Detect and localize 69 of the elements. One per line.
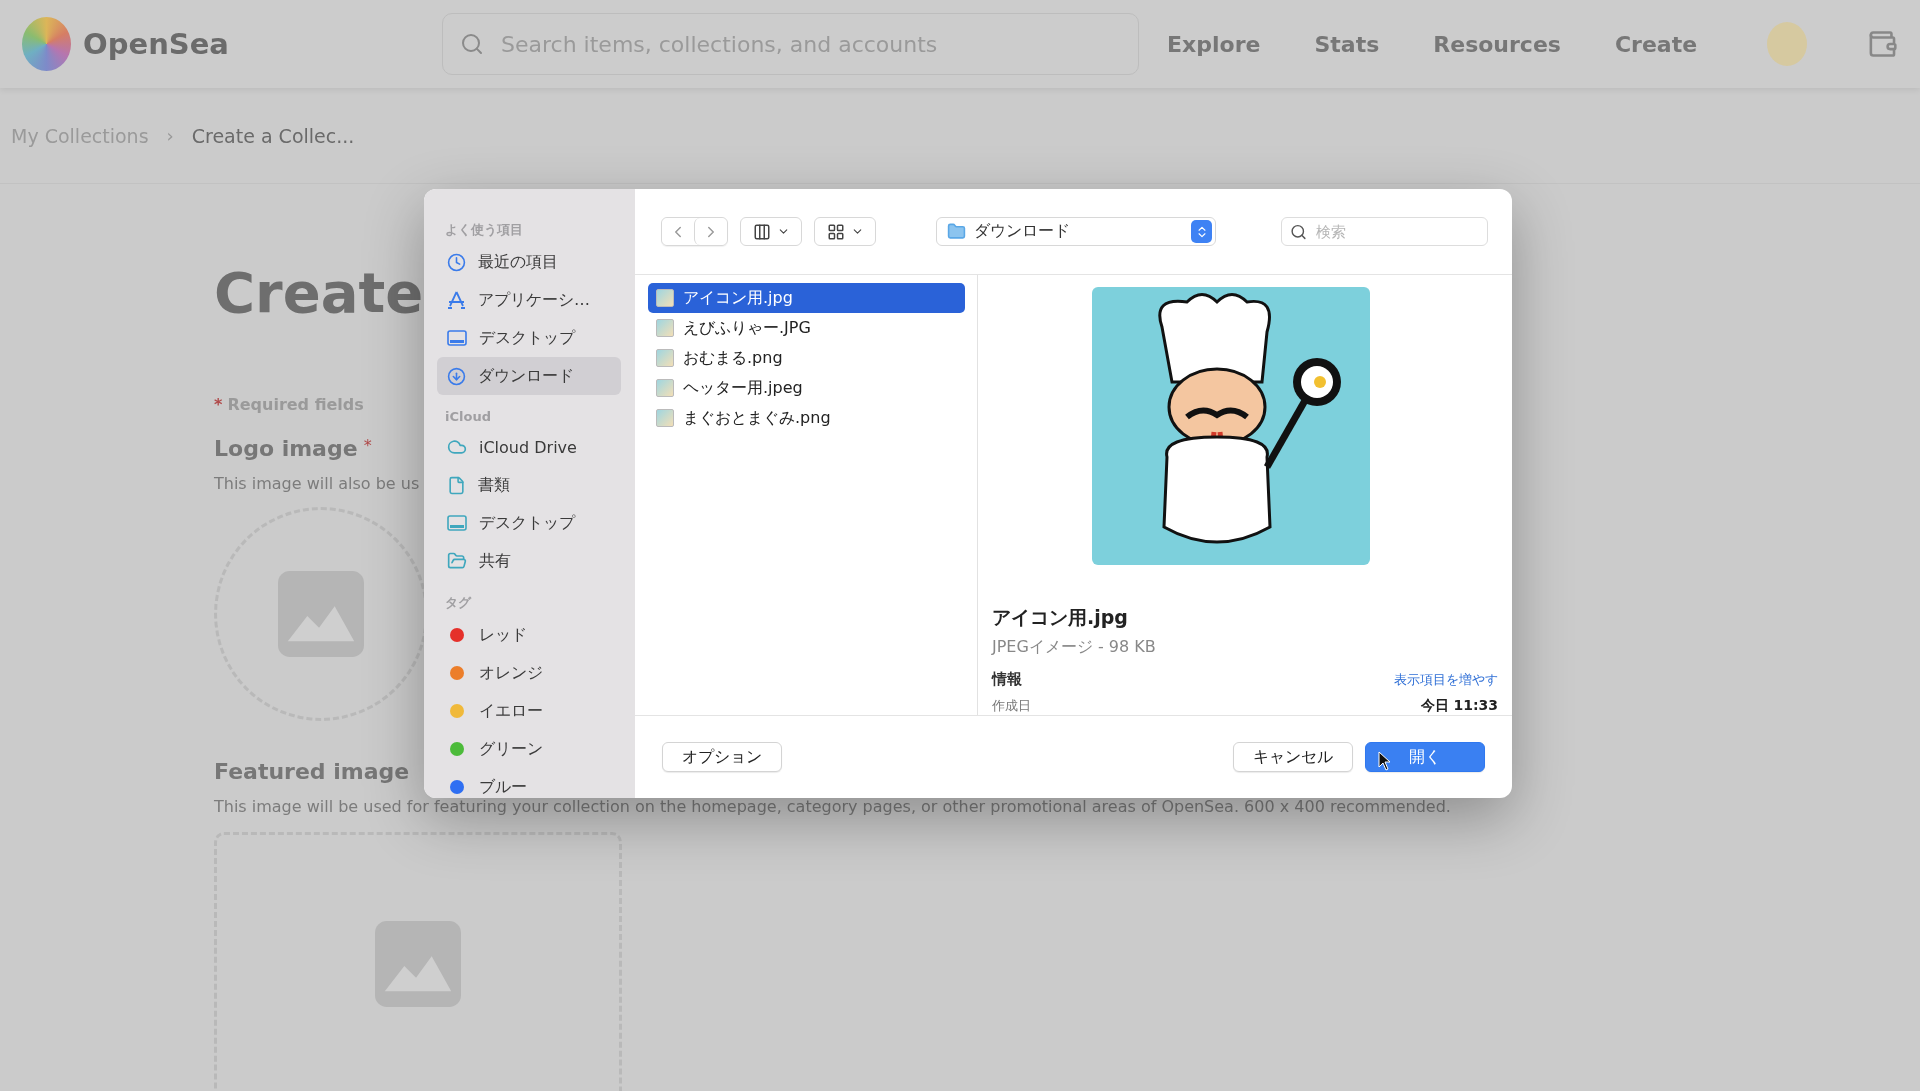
avatar[interactable]	[1767, 22, 1808, 66]
featured-dropzone[interactable]	[214, 832, 622, 1091]
display-icon	[447, 515, 467, 531]
display-icon	[447, 330, 467, 346]
location-popup[interactable]: ダウンロード	[936, 217, 1216, 246]
section-description: This image will be used for featuring your collection on the homepage, category pages, or other promotional areas of OpenSea. 600 x 400 recommended.	[214, 797, 1451, 816]
thumbnail-icon	[656, 349, 674, 367]
thumbnail-icon	[656, 409, 674, 427]
folder-icon	[947, 222, 966, 241]
cancel-button[interactable]: キャンセル	[1233, 742, 1353, 772]
required-asterisk: *	[214, 395, 223, 414]
options-button[interactable]: オプション	[662, 742, 782, 772]
sidebar-item[interactable]: 共有	[437, 542, 621, 580]
sidebar-item[interactable]: 最近の項目	[437, 243, 621, 281]
document-icon	[447, 475, 466, 495]
sidebar-item[interactable]: イエロー	[437, 692, 621, 730]
sidebar-heading: タグ	[444, 594, 473, 612]
search-field[interactable]: 検索	[1281, 217, 1488, 246]
info-label: 情報	[992, 670, 1022, 689]
pencil-ruler-a-icon	[447, 291, 466, 309]
preview-kind: JPEGイメージ - 98 KB	[992, 637, 1157, 658]
page-heading: Create	[214, 260, 424, 325]
sidebar-item[interactable]: ブルー	[437, 768, 621, 798]
shared-folder-icon	[447, 551, 467, 571]
thumbnail-icon	[656, 289, 674, 307]
section-description: This image will also be us	[214, 474, 420, 493]
sidebar-item[interactable]: レッド	[437, 616, 621, 654]
file-row[interactable]: えびふりゃー.JPG	[648, 313, 965, 343]
sidebar-heading: iCloud	[444, 409, 492, 424]
columns-icon	[752, 222, 771, 241]
required-asterisk: *	[363, 436, 372, 455]
stepper-icon	[1191, 220, 1212, 243]
sidebar-item[interactable]: 書類	[437, 466, 621, 504]
created-value: 今日 11:33	[1420, 697, 1498, 715]
cloud-icon	[447, 437, 467, 457]
section-title: Logo image	[214, 436, 358, 461]
group-button[interactable]	[814, 217, 876, 246]
logo-icon[interactable]	[22, 17, 72, 71]
sidebar-item[interactable]: デスクトップ	[437, 504, 621, 542]
sidebar-item[interactable]: デスクトップ	[437, 319, 621, 357]
column-view-button[interactable]	[740, 217, 802, 246]
sidebar-item[interactable]: オレンジ	[437, 654, 621, 692]
back-button[interactable]	[662, 218, 694, 245]
clock-icon	[447, 252, 466, 272]
sidebar-item[interactable]: ダウンロード	[437, 357, 621, 395]
grid-icon	[826, 222, 845, 241]
breadcrumb-separator: ›	[166, 125, 174, 146]
sidebar-item[interactable]: iCloud Drive	[437, 428, 621, 466]
sidebar-item[interactable]: グリーン	[437, 730, 621, 768]
preview-filename: アイコン用.jpg	[992, 605, 1129, 630]
image-placeholder-icon	[375, 921, 461, 1007]
forward-button[interactable]	[694, 218, 727, 245]
image-placeholder-icon	[278, 571, 364, 657]
file-row[interactable]: おむまる.png	[648, 343, 965, 373]
open-button[interactable]: 開く	[1365, 742, 1485, 772]
thumbnail-icon	[656, 319, 674, 337]
thumbnail-icon	[656, 379, 674, 397]
sidebar-item[interactable]: アプリケーシ…	[437, 281, 621, 319]
file-row[interactable]: アイコン用.jpg	[648, 283, 965, 313]
show-more-link[interactable]: 表示項目を増やす	[1394, 670, 1498, 689]
file-row[interactable]: ヘッター用.jpeg	[648, 373, 965, 403]
sidebar-heading: よく使う項目	[444, 221, 524, 239]
search-icon	[460, 32, 485, 56]
section-title: Featured image	[214, 759, 410, 784]
search-icon	[1290, 223, 1307, 240]
file-row[interactable]: まぐおとまぐみ.png	[648, 403, 965, 433]
cursor-icon	[1378, 751, 1392, 771]
download-icon	[447, 366, 466, 386]
created-label: 作成日	[992, 697, 1031, 715]
